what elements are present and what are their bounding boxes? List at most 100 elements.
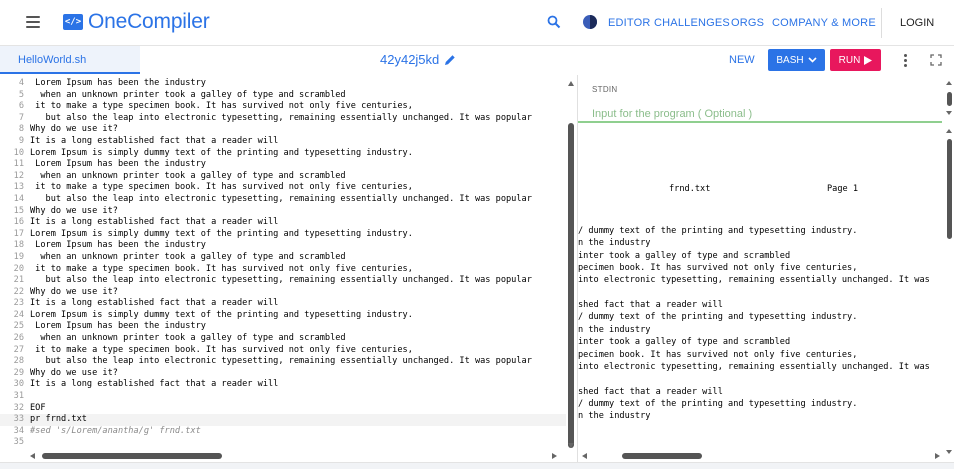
scroll-thumb[interactable] [947,139,952,239]
scroll-up-arrow-icon[interactable] [946,129,952,133]
output-line: / dummy text of the printing and typeset… [578,398,858,409]
output-line: pecimen book. It has survived not only f… [578,263,858,274]
line-text: It is a long established fact that a rea… [30,298,279,309]
code-line[interactable]: 11 Lorem Ipsum has been the industry [0,159,566,171]
run-label: RUN [838,54,861,66]
code-line[interactable]: 31 [0,391,566,403]
scroll-down-arrow-icon[interactable] [946,450,952,454]
line-text: when an unknown printer took a galley of… [30,170,346,181]
logo-code-icon: </> [63,14,83,30]
code-line[interactable]: 17 Lorem Ipsum is simply dummy text of th… [0,229,566,241]
code-line[interactable]: 28 but also the leap into electronic typ… [0,356,566,368]
code-line[interactable]: 6 it to make a type specimen book. It ha… [0,101,566,113]
line-text: it to make a type specimen book. It has … [30,101,413,112]
output-vertical-scrollbar[interactable] [945,127,954,462]
line-number: 8 [18,124,24,135]
nav-company-more[interactable]: COMPANY & MORE [772,17,876,29]
scroll-thumb[interactable] [947,92,952,106]
scroll-right-arrow-icon[interactable] [552,453,557,459]
code-line[interactable]: 30 It is a long established fact that a r… [0,379,566,391]
output-line: n the industry [578,324,651,335]
login-button[interactable]: LOGIN [900,17,934,29]
line-number: 22 [13,286,24,297]
edit-pencil-icon[interactable] [444,54,456,66]
code-line[interactable]: 9 It is a long established fact that a re… [0,136,566,148]
line-text: Lorem Ipsum has been the industry [30,240,206,251]
editor-toolbar: HelloWorld.sh 42y42j5kd NEW BASH RUN [0,46,954,74]
line-text: Lorem Ipsum is simply dummy text of the … [30,309,413,320]
line-number: 26 [13,333,24,344]
code-line[interactable]: 33 pr frnd.txt [0,414,566,426]
line-text: It is a long established fact that a rea… [30,217,279,228]
line-number: 20 [13,263,24,274]
file-tab-label: HelloWorld.sh [18,54,87,66]
nav-orgs[interactable]: ORGS [731,17,764,29]
fullscreen-icon[interactable] [930,54,942,66]
scroll-left-arrow-icon[interactable] [582,453,587,459]
line-text: when an unknown printer took a galley of… [30,251,346,262]
line-number: 35 [13,437,24,448]
stdin-scrollbar[interactable] [945,79,954,121]
code-line[interactable]: 22 Why do we use it? [0,287,566,299]
nav-challenges[interactable]: CHALLENGES [654,17,730,29]
line-number: 28 [13,356,24,367]
code-line[interactable]: 14 but also the leap into electronic typ… [0,194,566,206]
code-line[interactable]: 19 when an unknown printer took a galley… [0,252,566,264]
language-select-button[interactable]: BASH [768,49,825,71]
output-panel: frnd.txt Page 1 / dummy text of the prin… [578,127,944,452]
output-horizontal-scrollbar[interactable] [582,452,942,460]
code-line[interactable]: 21 but also the leap into electronic typ… [0,275,566,287]
more-options-icon[interactable] [904,54,908,67]
logo[interactable]: </> OneCompiler [63,10,210,34]
line-text: EOF [30,402,46,413]
code-line[interactable]: 34 #sed 's/Lorem/anantha/g' frnd.txt [0,426,566,438]
stdin-input[interactable] [592,107,942,121]
output-line: n the industry [578,238,651,249]
scroll-down-arrow-icon[interactable] [946,111,952,115]
code-line[interactable]: 5 when an unknown printer took a galley … [0,90,566,102]
code-line[interactable]: 12 when an unknown printer took a galley… [0,171,566,183]
code-line[interactable]: 26 when an unknown printer took a galley… [0,333,566,345]
scroll-thumb[interactable] [622,453,702,459]
scroll-up-arrow-icon[interactable] [568,81,574,86]
scroll-right-arrow-icon[interactable] [935,453,940,459]
file-tab[interactable]: HelloWorld.sh [0,46,140,74]
scroll-up-arrow-icon[interactable] [946,81,952,85]
code-line[interactable]: 27 it to make a type specimen book. It h… [0,345,566,357]
code-line[interactable]: 4 Lorem Ipsum has been the industry [0,78,566,90]
editor-vertical-scrollbar[interactable] [566,75,577,462]
code-line[interactable]: 29 Why do we use it? [0,368,566,380]
code-line[interactable]: 20 it to make a type specimen book. It h… [0,264,566,276]
scroll-left-arrow-icon[interactable] [30,453,35,459]
line-text: when an unknown printer took a galley of… [30,89,346,100]
code-line[interactable]: 32 EOF [0,403,566,415]
code-line[interactable]: 24 Lorem Ipsum is simply dummy text of th… [0,310,566,322]
code-line[interactable]: 7 but also the leap into electronic type… [0,113,566,125]
scroll-thumb[interactable] [42,453,222,459]
new-button[interactable]: NEW [729,54,755,66]
search-icon[interactable] [547,15,561,29]
line-number: 27 [13,344,24,355]
code-line[interactable]: 25 Lorem Ipsum has been the industry [0,321,566,333]
code-line[interactable]: 18 Lorem Ipsum has been the industry [0,240,566,252]
editor-horizontal-scrollbar[interactable] [30,452,560,460]
line-number: 4 [18,78,24,88]
nav-editor[interactable]: EDITOR [608,17,651,29]
scroll-thumb[interactable] [568,123,574,448]
code-line[interactable]: 23 It is a long established fact that a r… [0,298,566,310]
code-line[interactable]: 15 Why do we use it? [0,206,566,218]
scroll-down-arrow-icon[interactable] [568,443,574,448]
hamburger-menu-icon[interactable] [26,16,40,28]
code-editor[interactable]: 4 Lorem Ipsum has been the industry 5 whe… [0,75,566,462]
code-line[interactable]: 16 It is a long established fact that a r… [0,217,566,229]
line-text: #sed 's/Lorem/anantha/g' frnd.txt [30,425,201,436]
logo-text: OneCompiler [88,10,210,33]
theme-toggle-icon[interactable] [583,15,597,29]
line-text: It is a long established fact that a rea… [30,135,279,146]
code-line[interactable]: 10 Lorem Ipsum is simply dummy text of th… [0,148,566,160]
stdin-underline [578,121,942,123]
run-button[interactable]: RUN [830,49,881,71]
code-line[interactable]: 35 [0,437,566,449]
code-line[interactable]: 13 it to make a type specimen book. It h… [0,182,566,194]
code-line[interactable]: 8 Why do we use it? [0,124,566,136]
